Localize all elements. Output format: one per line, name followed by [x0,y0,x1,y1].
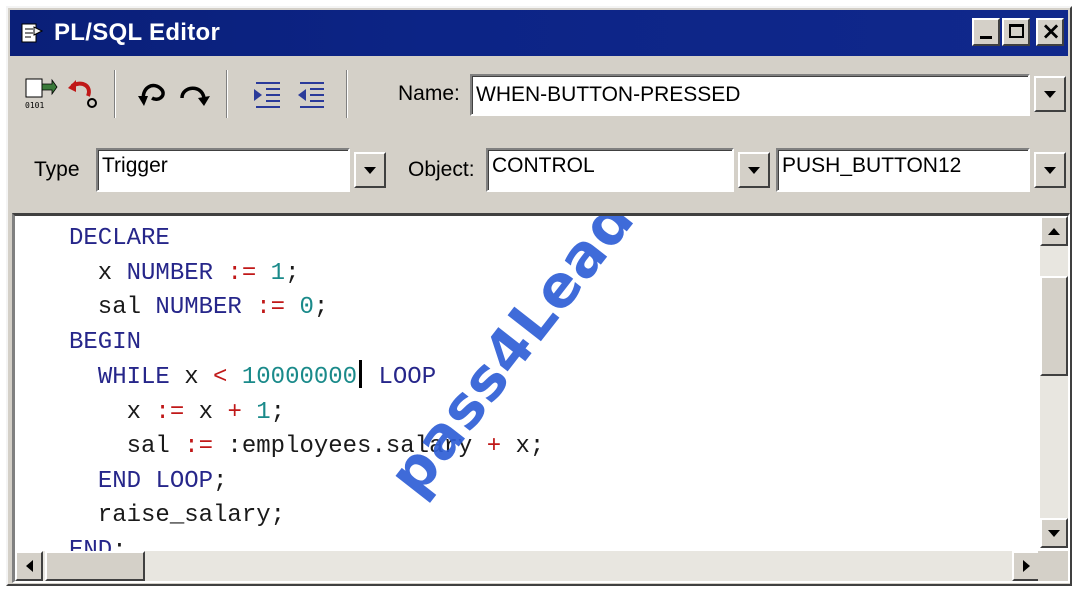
chevron-down-icon [364,166,376,174]
chevron-down-icon [1044,90,1056,98]
scroll-left-button[interactable] [15,551,43,581]
chevron-down-icon [748,166,760,174]
item-value: PUSH_BUTTON12 [782,154,962,177]
maximize-icon [1009,24,1024,38]
object-dropdown-button[interactable] [738,152,770,188]
selector-bar: Type Trigger Object: CONTROL PUSH_BUTTON… [10,136,1068,206]
window-title: PL/SQL Editor [54,19,221,46]
code-line[interactable]: sal NUMBER := 0; [69,291,544,326]
arrow-down-icon [1048,529,1060,537]
type-label: Type [34,158,80,181]
chevron-down-icon [1044,166,1056,174]
arrow-right-icon [1022,560,1030,572]
object-label: Object: [408,158,475,181]
item-select[interactable]: PUSH_BUTTON12 [776,148,1030,192]
maximize-button[interactable] [1002,18,1030,46]
object-select[interactable]: CONTROL [486,148,734,192]
type-dropdown-button[interactable] [354,152,386,188]
compile-icon[interactable]: 0101 [20,74,60,114]
type-select[interactable]: Trigger [96,148,350,192]
name-label: Name: [398,82,460,105]
code-line[interactable]: DECLARE [69,222,544,257]
object-value: CONTROL [492,154,595,177]
code-line[interactable]: raise_salary; [69,499,544,534]
code-editor[interactable]: DECLARE x NUMBER := 1; sal NUMBER := 0; B… [12,213,1070,583]
scroll-right-button[interactable] [1012,551,1040,581]
undo-icon[interactable] [132,74,172,114]
minimize-button[interactable] [972,18,1000,46]
outdent-icon[interactable] [290,74,330,114]
name-field[interactable]: WHEN-BUTTON-PRESSED [470,74,1030,116]
toolbar: 0101 Name: WHEN-BUTTON-PRESSED [10,60,1068,132]
horizontal-scroll-thumb[interactable] [45,551,145,581]
arrow-left-icon [25,560,33,572]
close-icon: × [1040,17,1062,45]
text-cursor [359,360,363,388]
close-button[interactable]: × [1036,17,1064,46]
editor-app-icon [18,19,46,47]
title-bar[interactable]: PL/SQL Editor × [10,10,1068,56]
item-dropdown-button[interactable] [1034,152,1066,188]
toolbar-separator [346,70,348,118]
revert-icon[interactable] [62,74,102,114]
code-line[interactable]: x NUMBER := 1; [69,257,544,292]
indent-icon[interactable] [246,74,286,114]
horizontal-scrollbar[interactable] [15,551,1040,581]
scrollbar-corner [1038,551,1068,581]
scroll-up-button[interactable] [1040,216,1068,246]
svg-text:0101: 0101 [25,101,44,110]
type-value: Trigger [102,154,168,177]
redo-icon[interactable] [174,74,214,114]
name-dropdown-button[interactable] [1034,76,1066,112]
vertical-scrollbar[interactable] [1040,216,1068,548]
plsql-editor-window: PL/SQL Editor × 0101 Name: WHEN-BUTTON-P… [6,6,1072,586]
name-value: WHEN-BUTTON-PRESSED [476,83,741,106]
arrow-up-icon [1048,227,1060,235]
minimize-icon [980,36,992,39]
scroll-down-button[interactable] [1040,518,1068,548]
code-line[interactable]: END LOOP; [69,465,544,500]
vertical-scroll-thumb[interactable] [1040,276,1068,376]
toolbar-separator [114,70,116,118]
toolbar-separator [226,70,228,118]
